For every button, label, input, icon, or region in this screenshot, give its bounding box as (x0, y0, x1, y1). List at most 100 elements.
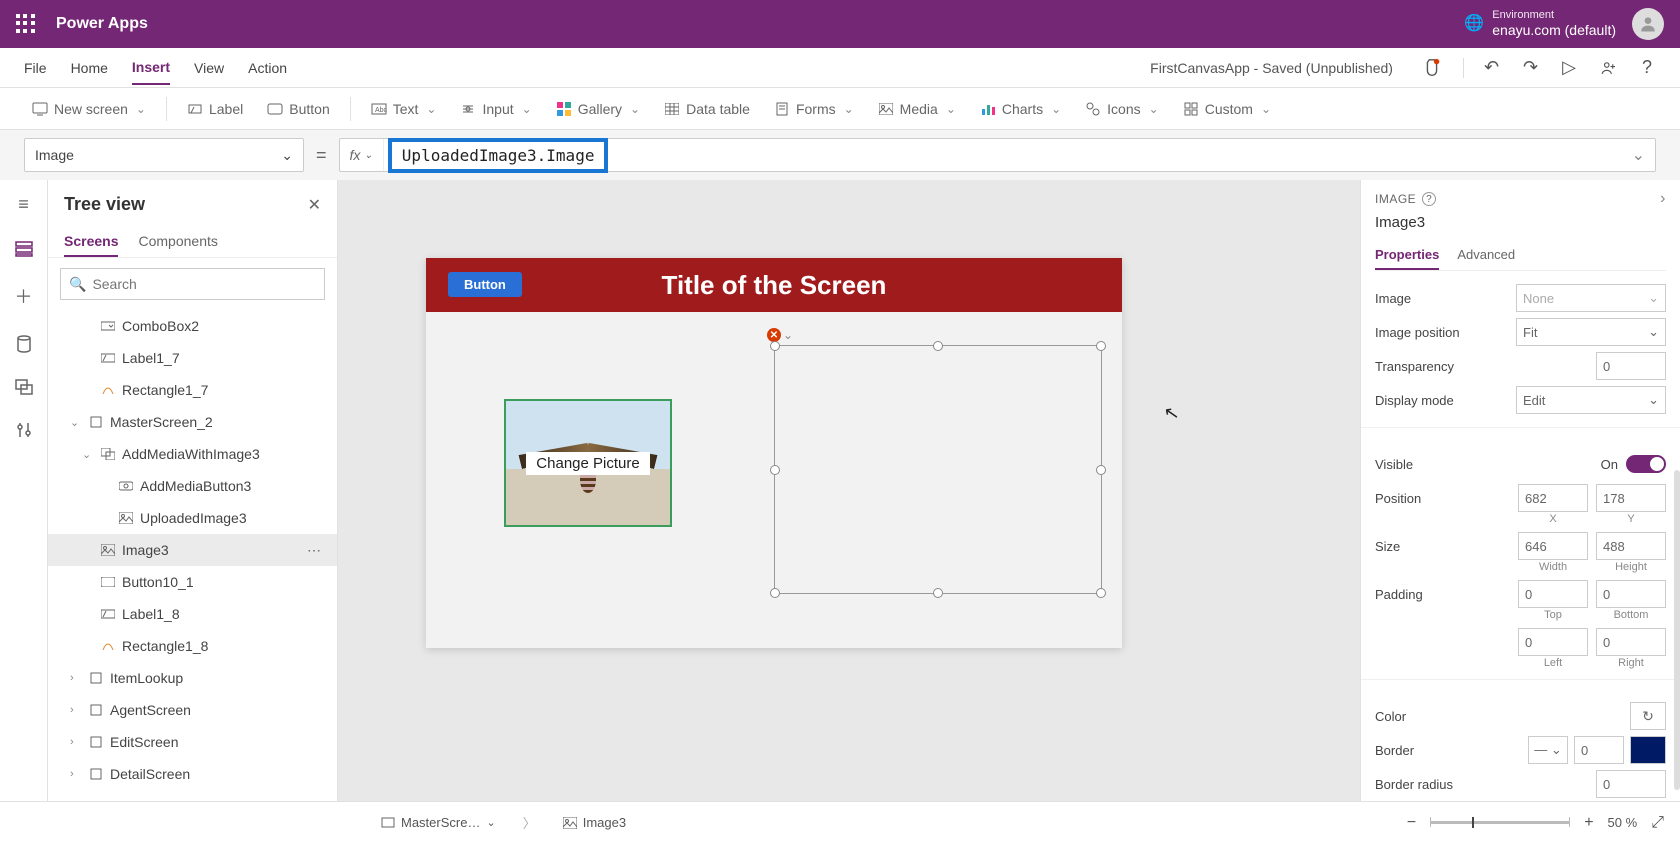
app-launcher-icon[interactable] (16, 14, 36, 34)
icons-dropdown[interactable]: Icons (1077, 97, 1167, 121)
help-icon[interactable]: ? (1638, 53, 1656, 82)
info-icon[interactable]: ? (1422, 192, 1436, 206)
new-screen-button[interactable]: New screen (24, 97, 154, 121)
search-input[interactable] (92, 276, 316, 292)
selected-image-control[interactable]: ✕ ⌄ (774, 345, 1102, 594)
breadcrumb-control[interactable]: Image3 (552, 810, 637, 835)
tree-search[interactable]: 🔍 (60, 268, 325, 300)
resize-handle[interactable] (1096, 465, 1106, 475)
tree-item[interactable]: ›DetailScreen (48, 758, 337, 790)
add-media-control[interactable]: Change Picture (504, 399, 672, 527)
border-radius-input[interactable]: 0 (1596, 770, 1666, 798)
tree-item[interactable]: Image3⋯ (48, 534, 337, 566)
size-h-input[interactable]: 488 (1596, 532, 1666, 560)
tree-item[interactable]: Rectangle1_7 (48, 374, 337, 406)
resize-handle[interactable] (770, 465, 780, 475)
pad-bottom-input[interactable]: 0 (1596, 580, 1666, 608)
color-picker[interactable]: ↻ (1630, 702, 1666, 730)
forms-dropdown[interactable]: Forms (766, 97, 862, 121)
resize-handle[interactable] (933, 341, 943, 351)
border-width-input[interactable]: 0 (1574, 736, 1624, 764)
tree-item[interactable]: AddMediaButton3 (48, 470, 337, 502)
charts-dropdown[interactable]: Charts (972, 97, 1069, 121)
prop-image-position-input[interactable]: Fit⌄ (1516, 318, 1666, 346)
tree-item[interactable]: ⌄MasterScreen_2 (48, 406, 337, 438)
tree-item[interactable]: UploadedImage3 (48, 502, 337, 534)
label-button[interactable]: Label (179, 97, 251, 121)
formula-input[interactable]: UploadedImage3.Image (384, 138, 1622, 173)
data-table-button[interactable]: Data table (656, 97, 758, 121)
insert-rail-icon[interactable]: ＋ (15, 283, 33, 309)
tree-item[interactable]: Label1_7 (48, 342, 337, 374)
text-dropdown[interactable]: Abc Text (363, 97, 445, 121)
tab-advanced[interactable]: Advanced (1457, 241, 1515, 270)
tree-item[interactable]: Button10_1 (48, 566, 337, 598)
menu-view[interactable]: View (194, 52, 224, 84)
menu-file[interactable]: File (24, 52, 47, 84)
resize-handle[interactable] (1096, 588, 1106, 598)
menu-insert[interactable]: Insert (132, 51, 170, 85)
size-w-input[interactable]: 646 (1518, 532, 1588, 560)
canvas-button[interactable]: Button (448, 272, 522, 297)
button-insert[interactable]: Button (259, 97, 337, 121)
prop-display-mode-input[interactable]: Edit⌄ (1516, 386, 1666, 414)
expand-panel-icon[interactable]: › (1660, 190, 1666, 208)
tree-item[interactable]: Rectangle1_8 (48, 630, 337, 662)
resize-handle[interactable] (933, 588, 943, 598)
share-icon[interactable] (1596, 55, 1622, 81)
breadcrumb-screen[interactable]: MasterScre… ⌄ (370, 810, 507, 835)
prop-transparency-input[interactable]: 0 (1596, 352, 1666, 380)
fx-label[interactable]: fx⌄ (340, 139, 384, 171)
advanced-tools-icon[interactable] (16, 421, 32, 439)
resize-handle[interactable] (770, 588, 780, 598)
canvas[interactable]: Button Title of the Screen Change Pictur… (338, 180, 1360, 801)
visible-toggle[interactable] (1626, 455, 1666, 473)
error-badge[interactable]: ✕ ⌄ (767, 328, 793, 342)
menu-action[interactable]: Action (248, 52, 287, 84)
tree-item[interactable]: ›AgentScreen (48, 694, 337, 726)
undo-icon[interactable]: ↶ (1480, 53, 1503, 82)
gallery-dropdown[interactable]: Gallery (548, 97, 648, 121)
media-rail-icon[interactable] (15, 379, 33, 395)
tab-components[interactable]: Components (138, 227, 217, 257)
close-icon[interactable]: ✕ (308, 195, 321, 215)
tree-scrollbar[interactable] (1674, 470, 1680, 790)
play-icon[interactable]: ▷ (1558, 53, 1580, 82)
tree-view-icon[interactable] (15, 241, 33, 257)
border-color-picker[interactable] (1630, 736, 1666, 764)
pad-top-input[interactable]: 0 (1518, 580, 1588, 608)
user-avatar[interactable] (1632, 8, 1664, 40)
formula-expand-icon[interactable]: ⌄ (1622, 145, 1655, 165)
label-icon (187, 101, 203, 117)
position-y-input[interactable]: 178 (1596, 484, 1666, 512)
redo-icon[interactable]: ↷ (1519, 53, 1542, 82)
tab-screens[interactable]: Screens (64, 227, 118, 257)
tree-item[interactable]: ›EditScreen (48, 726, 337, 758)
menu-home[interactable]: Home (71, 52, 108, 84)
app-checker-icon[interactable] (1417, 53, 1447, 83)
input-dropdown[interactable]: Input (452, 97, 539, 121)
tab-properties[interactable]: Properties (1375, 241, 1439, 270)
hamburger-icon[interactable]: ≡ (18, 194, 29, 215)
fit-screen-icon[interactable]: ⤢ (1651, 814, 1664, 832)
prop-image-input[interactable]: None⌄ (1516, 284, 1666, 312)
resize-handle[interactable] (770, 341, 780, 351)
tree-item[interactable]: Label1_8 (48, 598, 337, 630)
custom-dropdown[interactable]: Custom (1175, 97, 1279, 121)
tree-item[interactable]: ›ItemLookup (48, 662, 337, 694)
tree-item[interactable]: ⌄AddMediaWithImage3 (48, 438, 337, 470)
tree-item[interactable]: ComboBox2 (48, 310, 337, 342)
media-dropdown[interactable]: Media (870, 97, 964, 121)
more-icon[interactable]: ⋯ (307, 542, 329, 559)
position-x-input[interactable]: 682 (1518, 484, 1588, 512)
border-style-picker[interactable]: — ⌄ (1528, 736, 1568, 764)
property-selector[interactable]: Image ⌄ (24, 138, 304, 172)
pad-right-input[interactable]: 0 (1596, 628, 1666, 656)
pad-left-input[interactable]: 0 (1518, 628, 1588, 656)
zoom-in-button[interactable]: + (1584, 814, 1593, 832)
zoom-out-button[interactable]: − (1407, 814, 1416, 832)
data-rail-icon[interactable] (16, 335, 32, 353)
environment-picker[interactable]: 🌐 Environment enayu.com (default) (1464, 9, 1616, 39)
resize-handle[interactable] (1096, 341, 1106, 351)
zoom-slider[interactable] (1430, 821, 1570, 824)
